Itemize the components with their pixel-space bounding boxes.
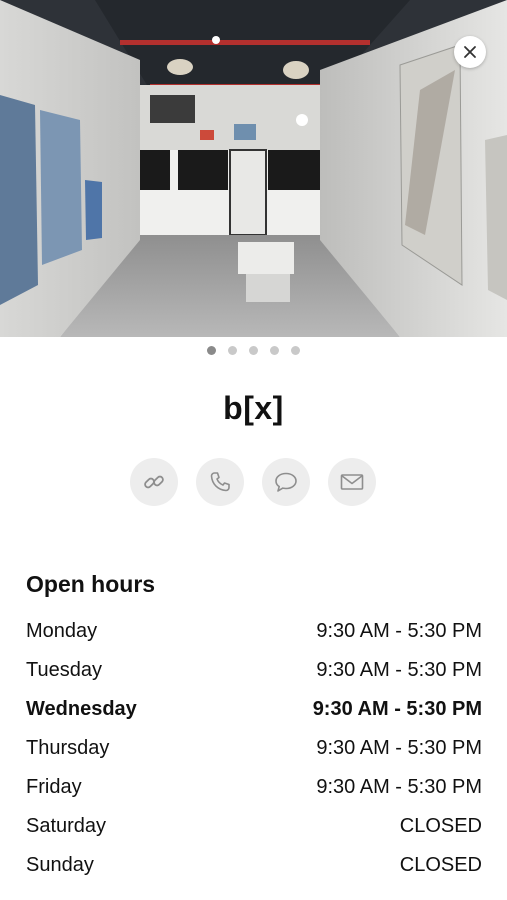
hours-value: 9:30 AM - 5:30 PM [316,776,482,798]
close-icon [464,46,476,58]
page-dot[interactable] [249,346,258,355]
day-label: Friday [26,776,82,798]
page-dot[interactable] [291,346,300,355]
link-button[interactable] [130,458,178,506]
open-hours-heading: Open hours [26,571,156,597]
hours-row-thursday: Thursday 9:30 AM - 5:30 PM [26,729,482,768]
day-label: Saturday [26,815,107,837]
gallery-photo[interactable] [0,0,507,337]
page-dot[interactable] [270,346,279,355]
hours-value: 9:30 AM - 5:30 PM [316,737,482,759]
day-label: Tuesday [26,659,102,681]
envelope-icon [340,474,364,490]
day-label: Thursday [26,737,110,759]
hours-value: 9:30 AM - 5:30 PM [316,659,482,681]
place-title: b[x] [223,390,284,426]
message-button[interactable] [262,458,310,506]
hours-row-friday: Friday 9:30 AM - 5:30 PM [26,768,482,807]
link-icon [144,475,164,489]
hours-row-sunday: Sunday CLOSED [26,846,482,885]
chat-bubble-icon [275,472,297,492]
hours-value: CLOSED [399,854,482,876]
page-dot[interactable] [207,346,216,355]
hours-value: 9:30 AM - 5:30 PM [312,698,482,720]
hours-row-wednesday: Wednesday 9:30 AM - 5:30 PM [26,690,482,729]
hours-row-monday: Monday 9:30 AM - 5:30 PM [26,612,482,651]
hours-value: 9:30 AM - 5:30 PM [316,620,482,642]
action-bar [130,458,376,506]
open-hours-list: Monday 9:30 AM - 5:30 PM Tuesday 9:30 AM… [26,612,482,885]
page-indicator[interactable] [0,346,507,355]
email-button[interactable] [328,458,376,506]
gallery-photo-image [0,0,507,337]
hours-row-saturday: Saturday CLOSED [26,807,482,846]
day-label: Sunday [26,854,94,876]
hours-value: CLOSED [399,815,482,837]
close-button[interactable] [454,36,486,68]
phone-icon [210,472,230,492]
day-label: Wednesday [26,698,137,720]
hours-row-tuesday: Tuesday 9:30 AM - 5:30 PM [26,651,482,690]
page-dot[interactable] [228,346,237,355]
day-label: Monday [26,620,98,642]
phone-button[interactable] [196,458,244,506]
